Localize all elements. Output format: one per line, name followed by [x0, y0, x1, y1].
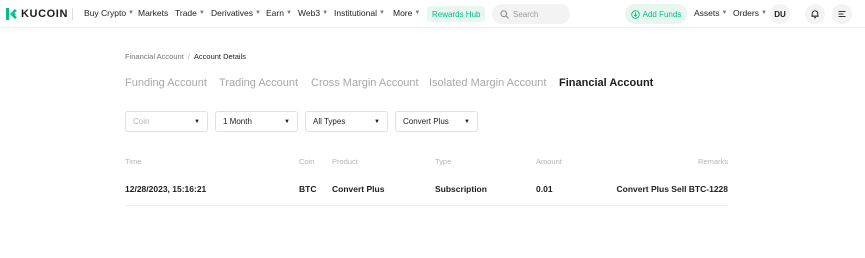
chevron-down-icon: ▼ [255, 10, 261, 16]
chevron-down-icon: ▼ [322, 10, 329, 16]
product-select-value: Convert Plus [403, 117, 449, 126]
column-header-product: Product [332, 157, 358, 166]
cell-remarks: Convert Plus Sell BTC-1228 [616, 184, 728, 194]
avatar-initials: DU [774, 9, 786, 19]
nav-item-label: Assets [694, 8, 720, 18]
breadcrumb: Financial Account / Account Details [125, 52, 246, 61]
search-input[interactable] [513, 9, 563, 19]
caret-down-icon: ▼ [194, 118, 200, 125]
cell-product: Convert Plus [332, 184, 385, 194]
kucoin-logo[interactable]: KUCOIN [3, 6, 68, 22]
nav-item-derivatives[interactable]: Derivatives ▼ [211, 8, 261, 18]
nav-item-markets[interactable]: Markets [138, 8, 168, 18]
chevron-down-icon: ▼ [379, 10, 385, 16]
nav-item-label: Markets [138, 8, 169, 18]
nav-item-buy-crypto[interactable]: Buy Crypto ▼ [84, 8, 134, 18]
nav-divider [72, 8, 73, 20]
cell-time: 12/28/2023, 15:16:21 [125, 184, 207, 194]
nav-item-earn[interactable]: Earn ▼ [266, 8, 292, 18]
search-box[interactable] [492, 4, 570, 24]
coin-select-placeholder: Coin [133, 117, 150, 126]
nav-item-orders[interactable]: Orders ▼ [733, 8, 767, 18]
tab-isolated-margin-account[interactable]: Isolated Margin Account [429, 77, 546, 89]
cell-amount: 0.01 [536, 184, 553, 194]
column-header-amount: Amount [536, 157, 562, 166]
nav-item-label: Institutional [334, 8, 377, 18]
tab-cross-margin-account[interactable]: Cross Margin Account [311, 77, 419, 89]
notifications-button[interactable] [805, 4, 825, 24]
tab-trading-account[interactable]: Trading Account [219, 77, 298, 89]
column-header-type: Type [435, 157, 452, 166]
caret-down-icon: ▼ [374, 118, 380, 125]
add-funds-label: Add Funds [642, 9, 682, 19]
kucoin-logo-icon [6, 8, 17, 20]
tab-financial-account[interactable]: Financial Account [559, 77, 653, 89]
tab-funding-account[interactable]: Funding Account [125, 77, 207, 89]
rewards-hub-label: Rewards Hub [432, 9, 481, 19]
chevron-down-icon: ▼ [414, 10, 421, 16]
nav-item-label: Orders [733, 8, 759, 18]
period-select[interactable]: 1 Month ▼ [215, 111, 298, 132]
caret-down-icon: ▼ [284, 118, 290, 125]
chevron-down-icon: ▼ [721, 10, 728, 16]
menu-icon [838, 11, 846, 17]
nav-item-trade[interactable]: Trade ▼ [175, 8, 205, 18]
breadcrumb-current: Account Details [193, 52, 246, 61]
nav-item-label: More [393, 8, 413, 18]
row-divider [125, 205, 728, 206]
nav-item-label: Trade [175, 8, 197, 18]
nav-item-assets[interactable]: Assets ▼ [694, 8, 727, 18]
column-header-remarks: Remarks [697, 157, 728, 166]
menu-button[interactable] [832, 4, 852, 24]
caret-down-icon: ▼ [464, 118, 470, 125]
add-funds-button[interactable]: Add Funds [625, 4, 687, 24]
coin-select[interactable]: Coin ▼ [125, 111, 208, 132]
logo-text: KUCOIN [21, 8, 68, 20]
chevron-down-icon: ▼ [285, 10, 292, 16]
column-header-coin: Coin [299, 157, 315, 166]
cell-coin: BTC [299, 184, 317, 194]
nav-item-web3[interactable]: Web3 ▼ [298, 8, 328, 18]
chevron-down-icon: ▼ [128, 10, 134, 16]
nav-item-more[interactable]: More ▼ [393, 8, 420, 18]
rewards-hub-button[interactable]: Rewards Hub [427, 6, 486, 22]
nav-item-label: Web3 [298, 8, 321, 18]
product-select[interactable]: Convert Plus ▼ [395, 111, 478, 132]
nav-item-label: Derivatives [211, 8, 254, 18]
bell-icon [811, 10, 819, 19]
chevron-down-icon: ▼ [760, 10, 767, 16]
type-select-value: All Types [313, 117, 346, 126]
avatar[interactable]: DU [770, 4, 790, 24]
search-icon [500, 9, 509, 19]
top-navbar: KUCOIN Buy Crypto ▼ Markets Trade ▼ Deriva… [0, 0, 865, 28]
cell-type: Subscription [435, 184, 487, 194]
breadcrumb-separator: / [187, 52, 190, 61]
period-select-value: 1 Month [223, 117, 252, 126]
deposit-icon [630, 9, 640, 19]
nav-item-label: Earn [266, 8, 284, 18]
nav-item-label: Buy Crypto [84, 8, 127, 18]
nav-item-institutional[interactable]: Institutional ▼ [334, 8, 385, 18]
column-header-time: Time [125, 157, 142, 166]
breadcrumb-parent-link[interactable]: Financial Account [125, 52, 184, 61]
type-select[interactable]: All Types ▼ [305, 111, 388, 132]
chevron-down-icon: ▼ [198, 10, 205, 16]
